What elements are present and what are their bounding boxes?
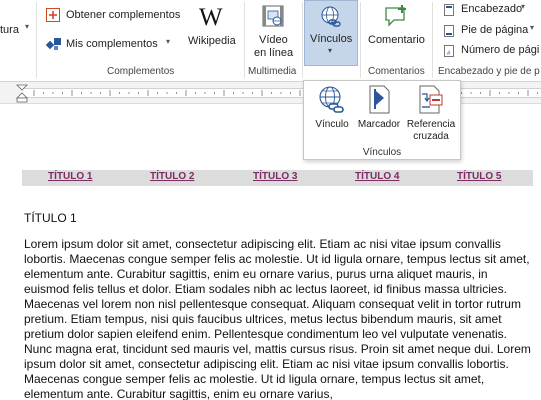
chevron-down-icon: ▾ [521, 2, 526, 11]
encabezado-button[interactable]: Encabezado ▾ [444, 2, 541, 19]
obtener-complementos-button[interactable]: Obtener complementos [46, 7, 186, 25]
bookmark-icon [369, 85, 390, 114]
nav-link-titulo-2[interactable]: TÍTULO 2 [150, 171, 194, 182]
pie-de-pagina-label: Pie de página [461, 24, 529, 36]
comentarios-group-label: Comentarios [368, 66, 425, 77]
marcador-button[interactable]: Marcador [354, 83, 404, 145]
encabezado-label: Encabezado [461, 3, 523, 15]
comentario-button[interactable]: Comentario [364, 4, 428, 50]
vinculos-button[interactable]: Vínculos ▾ [304, 0, 358, 66]
vinculos-group-label: Vínculos [362, 147, 402, 158]
my-add-ins-icon [46, 38, 61, 50]
add-ins-store-icon [46, 8, 60, 22]
wikipedia-label: Wikipedia [188, 35, 236, 47]
numero-de-pagina-label: Número de pági [461, 44, 540, 56]
vinculos-dropdown-panel: Vínculo Marcador Referencia cruzada Vínc… [303, 80, 461, 160]
vinculos-label: Vínculos [310, 33, 353, 45]
comentario-label: Comentario [368, 34, 425, 46]
document-heading: TÍTULO 1 [24, 211, 77, 225]
marcador-label: Marcador [357, 119, 401, 130]
nav-link-titulo-4[interactable]: TÍTULO 4 [355, 171, 399, 182]
vinculo-button[interactable]: Vínculo [307, 83, 357, 145]
obtener-complementos-label: Obtener complementos [66, 9, 181, 21]
video-en-linea-button[interactable]: Vídeo en línea [250, 4, 300, 62]
ribbon: tura ▾ Obtener complementos Mis compleme… [0, 0, 541, 82]
pie-de-pagina-button[interactable]: Pie de página ▾ [444, 23, 541, 40]
group-separator [244, 2, 245, 78]
wikipedia-icon: W [199, 4, 223, 31]
document-body-paragraph: Lorem ipsum dolor sit amet, consectetur … [24, 237, 531, 400]
online-video-icon [262, 5, 284, 27]
video-label-line1: Vídeo [259, 34, 288, 46]
chevron-down-icon[interactable]: ▾ [25, 22, 29, 31]
truncated-button-label[interactable]: tura [0, 24, 19, 36]
vinculo-label: Vínculo [315, 119, 349, 130]
hyperlink-icon [319, 86, 344, 113]
group-separator [302, 2, 303, 78]
cross-reference-icon [419, 85, 443, 114]
nav-link-titulo-5[interactable]: TÍTULO 5 [457, 171, 501, 182]
nav-link-titulo-1[interactable]: TÍTULO 1 [48, 171, 92, 182]
encabezado-group-label: Encabezado y pie de p [438, 66, 540, 77]
mis-complementos-button[interactable]: Mis complementos ▾ [46, 36, 178, 54]
referencia-label-line1: Referencia [406, 119, 456, 130]
wikipedia-button[interactable]: W Wikipedia [188, 4, 238, 50]
footer-icon [444, 25, 454, 37]
complementos-group-label: Complementos [107, 66, 175, 77]
nav-link-titulo-3[interactable]: TÍTULO 3 [253, 171, 297, 182]
video-label-line2: en línea [254, 47, 294, 59]
multimedia-group-label: Multimedia [248, 66, 297, 77]
group-separator [360, 2, 361, 78]
group-separator [36, 2, 37, 78]
header-icon [444, 4, 454, 16]
new-comment-icon [385, 5, 406, 27]
chevron-down-icon: ▾ [530, 23, 535, 32]
referencia-cruzada-button[interactable]: Referencia cruzada [404, 83, 458, 145]
group-separator [432, 2, 433, 78]
chevron-down-icon: ▾ [328, 46, 333, 55]
chevron-down-icon: ▾ [166, 37, 171, 46]
link-globe-icon [321, 6, 341, 27]
numero-de-pagina-button[interactable]: # Número de pági [444, 43, 541, 60]
mis-complementos-label: Mis complementos [66, 38, 158, 50]
referencia-label-line2: cruzada [413, 131, 449, 142]
page-number-icon: # [444, 45, 454, 57]
title-navigation-bar: TÍTULO 1 TÍTULO 2 TÍTULO 3 TÍTULO 4 TÍTU… [22, 170, 533, 186]
